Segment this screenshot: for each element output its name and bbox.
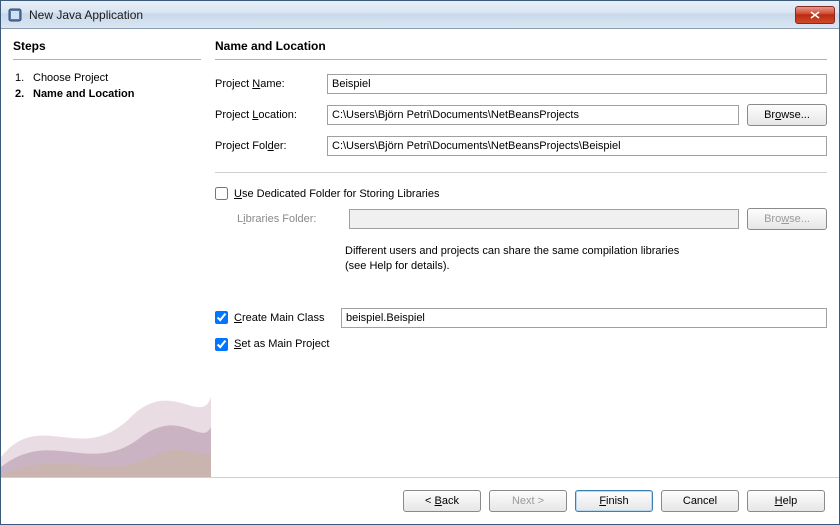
main-class-input[interactable] [341, 308, 827, 328]
create-main-class-row: Create Main Class [215, 308, 827, 328]
project-location-row: Project Location: Browse... [215, 104, 827, 126]
app-icon [7, 7, 23, 23]
set-main-project-label[interactable]: Set as Main Project [234, 338, 329, 350]
step-item: 1.Choose Project [15, 70, 201, 86]
body-area: Steps 1.Choose Project 2.Name and Locati… [1, 29, 839, 477]
step-item-current: 2.Name and Location [15, 86, 201, 102]
steps-list: 1.Choose Project 2.Name and Location [13, 70, 201, 102]
browse-location-button[interactable]: Browse... [747, 104, 827, 126]
dedicated-folder-checkbox[interactable] [215, 187, 228, 200]
button-bar: < Back Next > Finish Cancel Help [1, 477, 839, 524]
project-name-label: Project Name: [215, 78, 319, 90]
steps-panel: Steps 1.Choose Project 2.Name and Locati… [13, 39, 201, 477]
libraries-hint: Different users and projects can share t… [215, 244, 695, 274]
steps-heading: Steps [13, 39, 201, 60]
next-button: Next > [489, 490, 567, 512]
dedicated-folder-row: Use Dedicated Folder for Storing Librari… [215, 187, 827, 200]
main-panel: Name and Location Project Name: Project … [215, 39, 827, 477]
close-button[interactable] [795, 6, 835, 24]
create-main-class-label[interactable]: Create Main Class [234, 312, 325, 324]
wizard-window: New Java Application Steps 1.Choose Proj… [0, 0, 840, 525]
create-main-class-checkbox[interactable] [215, 311, 228, 324]
project-location-input[interactable] [327, 105, 739, 125]
titlebar: New Java Application [1, 1, 839, 29]
help-button[interactable]: Help [747, 490, 825, 512]
libraries-folder-input [349, 209, 739, 229]
project-name-row: Project Name: [215, 74, 827, 94]
project-name-input[interactable] [327, 74, 827, 94]
main-heading: Name and Location [215, 39, 827, 60]
libraries-folder-row: Libraries Folder: Browse... [215, 208, 827, 230]
set-main-project-checkbox[interactable] [215, 338, 228, 351]
back-button[interactable]: < Back [403, 490, 481, 512]
project-location-label: Project Location: [215, 109, 319, 121]
divider [215, 172, 827, 173]
decorative-wave [1, 357, 211, 477]
project-folder-input[interactable] [327, 136, 827, 156]
finish-button[interactable]: Finish [575, 490, 653, 512]
project-folder-label: Project Folder: [215, 140, 319, 152]
browse-libraries-button: Browse... [747, 208, 827, 230]
window-title: New Java Application [29, 8, 795, 22]
project-folder-row: Project Folder: [215, 136, 827, 156]
libraries-folder-label: Libraries Folder: [237, 213, 341, 225]
set-main-project-row: Set as Main Project [215, 338, 827, 351]
dedicated-folder-label[interactable]: Use Dedicated Folder for Storing Librari… [234, 188, 439, 200]
cancel-button[interactable]: Cancel [661, 490, 739, 512]
